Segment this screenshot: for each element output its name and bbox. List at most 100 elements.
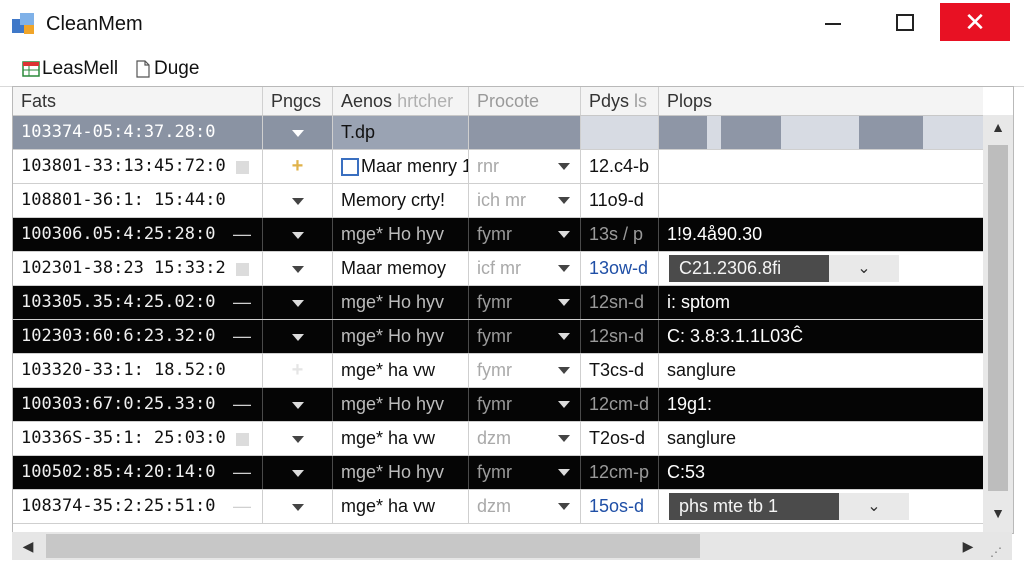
cell-aenos[interactable]: mge* Ho hyv: [333, 456, 469, 489]
col-header-aenos[interactable]: Aenos hrtcher: [333, 87, 469, 115]
dropdown-arrow-icon[interactable]: [291, 435, 304, 443]
vertical-scrollbar[interactable]: ▲ ▼: [983, 115, 1013, 533]
cell-pages[interactable]: [263, 456, 333, 489]
cell-pages[interactable]: +: [263, 150, 333, 183]
cell-procote[interactable]: [469, 116, 581, 149]
col-header-plops[interactable]: Plops: [659, 87, 983, 115]
cell-aenos[interactable]: mge* Ho hyv: [333, 320, 469, 353]
minimize-button[interactable]: [800, 0, 866, 44]
table-row[interactable]: 108374-35:2:25:51:0— mge* ha vw dzm 15os-d p…: [13, 490, 983, 524]
dropdown-arrow-icon[interactable]: [558, 197, 570, 204]
dropdown-arrow-icon[interactable]: [558, 265, 570, 272]
cell-procote[interactable]: rnr: [469, 150, 581, 183]
dropdown-arrow-icon[interactable]: [558, 503, 570, 510]
dropdown-arrow-icon[interactable]: [291, 401, 304, 409]
col-header-fats[interactable]: Fats: [13, 87, 263, 115]
dropdown-arrow-icon[interactable]: [291, 231, 304, 239]
table-row[interactable]: 100306.05:4:25:28:0— mge* Ho hyv fymr 13s /…: [13, 218, 983, 252]
cell-procote[interactable]: icf mr: [469, 252, 581, 285]
cell-procote[interactable]: dzm: [469, 490, 581, 523]
cell-procote[interactable]: fymr: [469, 320, 581, 353]
cell-aenos[interactable]: mge* ha vw: [333, 422, 469, 455]
table-row[interactable]: 103320-33:1: 18.52:0 + mge* ha vw fymr T3cs-…: [13, 354, 983, 388]
dropdown-arrow-icon[interactable]: [291, 265, 304, 273]
cell-aenos[interactable]: T.dp: [333, 116, 469, 149]
col-header-ls-label: ls: [634, 91, 648, 111]
table-row[interactable]: 103374-05:4:37.28:0 T.dp: [13, 116, 983, 150]
table-row[interactable]: 103305.35:4:25.02:0— mge* Ho hyv fymr 12sn-…: [13, 286, 983, 320]
dropdown-arrow-icon[interactable]: [558, 333, 570, 340]
scroll-right-arrow-icon[interactable]: ▶: [956, 536, 980, 556]
col-header-procote[interactable]: Procote: [469, 87, 581, 115]
dropdown-arrow-icon[interactable]: [291, 197, 304, 205]
dropdown-arrow-icon[interactable]: [558, 163, 570, 170]
plus-icon[interactable]: +: [292, 155, 304, 177]
cell-aenos[interactable]: Maar menry 12P*: [333, 150, 469, 183]
scroll-up-arrow-icon[interactable]: ▲: [983, 115, 1013, 139]
cell-aenos[interactable]: Maar memoy: [333, 252, 469, 285]
menu-item-duge[interactable]: Duge: [134, 57, 199, 81]
plops-dropdown-button[interactable]: ⌄: [839, 493, 909, 520]
horizontal-scroll-thumb[interactable]: [46, 534, 700, 558]
cell-procote[interactable]: ich mr: [469, 184, 581, 217]
close-button[interactable]: ✕: [940, 3, 1010, 41]
checkbox-icon[interactable]: [341, 158, 359, 177]
cell-pages[interactable]: +: [263, 354, 333, 387]
dropdown-arrow-icon[interactable]: [291, 299, 304, 307]
plops-dropdown[interactable]: C21.2306.8fi: [669, 255, 829, 282]
cell-procote[interactable]: fymr: [469, 388, 581, 421]
dropdown-arrow-icon[interactable]: [291, 129, 304, 137]
cell-pages[interactable]: [263, 252, 333, 285]
cell-procote[interactable]: fymr: [469, 456, 581, 489]
plus-icon[interactable]: +: [292, 359, 304, 381]
cell-pages[interactable]: [263, 218, 333, 251]
dropdown-arrow-icon[interactable]: [291, 503, 304, 511]
cell-procote[interactable]: dzm: [469, 422, 581, 455]
table-row[interactable]: 102303:60:6:23.32:0— mge* Ho hyv fymr 12sn-…: [13, 320, 983, 354]
cell-aenos[interactable]: mge* ha vw: [333, 354, 469, 387]
cell-aenos[interactable]: mge* ha vw: [333, 490, 469, 523]
cell-pages[interactable]: [263, 422, 333, 455]
plops-dropdown-button[interactable]: ⌄: [829, 255, 899, 282]
cell-aenos[interactable]: Memory crty!: [333, 184, 469, 217]
dropdown-arrow-icon[interactable]: [558, 469, 570, 476]
cell-pages[interactable]: [263, 286, 333, 319]
row-marker: [221, 116, 263, 149]
scroll-left-arrow-icon[interactable]: ◀: [16, 536, 40, 556]
dropdown-arrow-icon[interactable]: [558, 231, 570, 238]
table-row[interactable]: 108801-36:1: 15:44:0 Memory crty! ich mr 11…: [13, 184, 983, 218]
cell-procote[interactable]: fymr: [469, 286, 581, 319]
table-row[interactable]: 103801-33:13:45:72:0+Maar menry 12P*rnr1…: [13, 150, 983, 184]
dropdown-arrow-icon[interactable]: [558, 299, 570, 306]
cell-aenos[interactable]: mge* Ho hyv: [333, 286, 469, 319]
table-row[interactable]: 102301-38:23 15:33:2 Maar memoy icf mr 13ow…: [13, 252, 983, 286]
dropdown-arrow-icon[interactable]: [291, 333, 304, 341]
cell-procote[interactable]: fymr: [469, 218, 581, 251]
cell-pages[interactable]: [263, 490, 333, 523]
table-row[interactable]: 100303:67:0:25.33:0— mge* Ho hyv fymr 12cm-…: [13, 388, 983, 422]
menu-item-leasmell[interactable]: LeasMell: [22, 57, 118, 81]
cell-procote[interactable]: fymr: [469, 354, 581, 387]
col-header-pdys[interactable]: Pdys ls: [581, 87, 659, 115]
col-header-pngcs[interactable]: Pngcs: [263, 87, 333, 115]
cell-aenos[interactable]: mge* Ho hyv: [333, 218, 469, 251]
horizontal-scrollbar[interactable]: ◀ ▶: [12, 532, 1012, 560]
scroll-down-arrow-icon[interactable]: ▼: [983, 501, 1013, 525]
vertical-scroll-thumb[interactable]: [988, 145, 1008, 491]
dropdown-arrow-icon[interactable]: [558, 401, 570, 408]
cell-plops: 1!9.4å90.30: [667, 224, 763, 244]
cell-aenos[interactable]: mge* Ho hyv: [333, 388, 469, 421]
table-row[interactable]: 100502:85:4:20:14:0— mge* Ho hyv fymr 12cm-…: [13, 456, 983, 490]
cell-pages[interactable]: [263, 116, 333, 149]
maximize-button[interactable]: [872, 0, 938, 44]
cell-pages[interactable]: [263, 320, 333, 353]
resize-grip-icon[interactable]: ⋰: [990, 545, 1010, 565]
plops-dropdown[interactable]: phs mte tb 1: [669, 493, 839, 520]
dropdown-arrow-icon[interactable]: [558, 435, 570, 442]
cell-procote-text: dzm: [477, 496, 512, 516]
dropdown-arrow-icon[interactable]: [558, 367, 570, 374]
table-row[interactable]: 10336S-35:1: 25:03:0 mge* ha vw dzm T2os-d s…: [13, 422, 983, 456]
cell-pages[interactable]: [263, 388, 333, 421]
dropdown-arrow-icon[interactable]: [291, 469, 304, 477]
cell-pages[interactable]: [263, 184, 333, 217]
